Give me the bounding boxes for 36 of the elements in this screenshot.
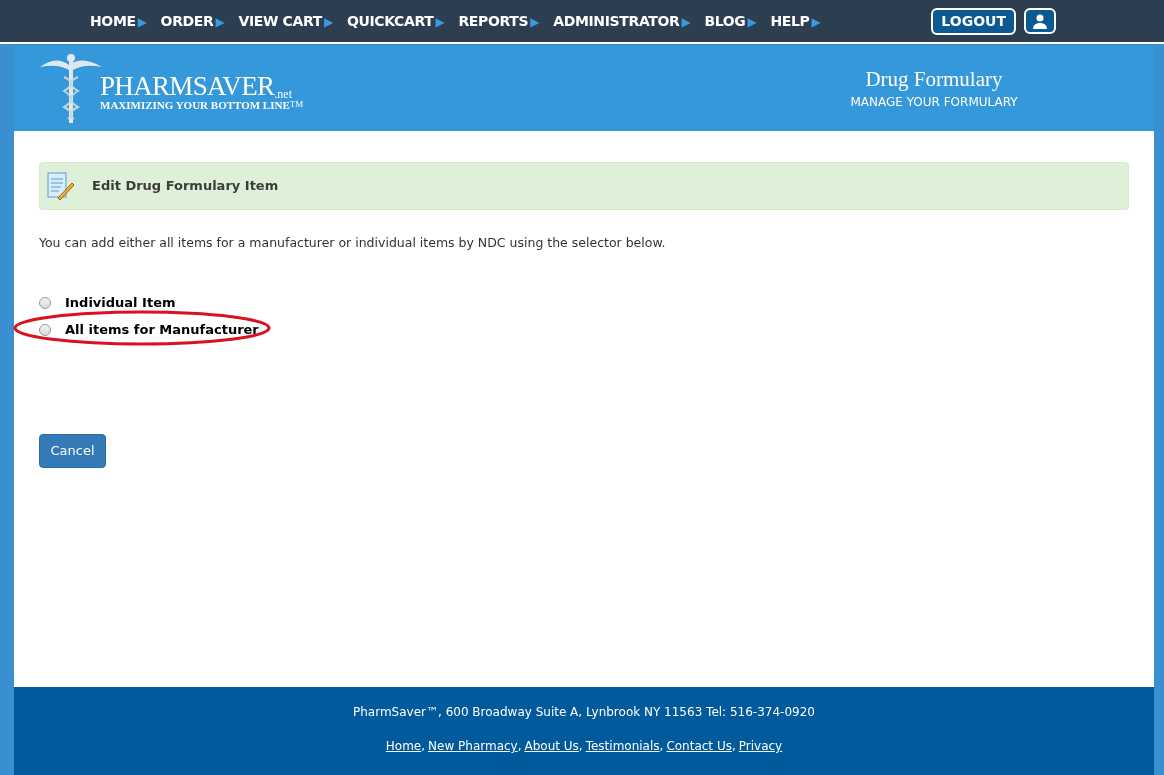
- logo-suffix: .net: [274, 87, 292, 100]
- nav-link[interactable]: BLOG▶: [704, 10, 757, 32]
- radio-button[interactable]: [39, 296, 51, 309]
- footer-link[interactable]: New Pharmacy: [428, 737, 518, 755]
- document-pencil-icon: [46, 171, 76, 201]
- logo-tagline: MAXIMIZING YOUR BOTTOM LINE: [100, 99, 290, 111]
- nav-link[interactable]: QUICKCART▶: [346, 10, 445, 32]
- intro-text: You can add either all items for a manufacturer or individual items by NDC using the selector below.: [39, 234, 667, 252]
- nav-link[interactable]: VIEW CART▶: [238, 10, 333, 32]
- footer-address: PharmSaver™, 600 Broadway Suite A, Lynbrook NY 11563 Tel: 516-374-0920: [353, 704, 815, 721]
- link-separator: ,: [578, 738, 583, 755]
- link-separator: ,: [517, 738, 522, 755]
- nav-link[interactable]: HOME▶: [90, 10, 147, 32]
- footer-link[interactable]: About Us: [524, 737, 579, 755]
- footer-link[interactable]: Privacy: [738, 737, 783, 755]
- radio-button[interactable]: [39, 324, 51, 336]
- panel-heading: Edit Drug Formulary Item: [39, 162, 1129, 210]
- logout-button[interactable]: LOGOUT: [931, 7, 1016, 35]
- nav-link[interactable]: HELP▶: [770, 10, 821, 32]
- link-separator: ,: [731, 738, 736, 755]
- footer-link[interactable]: Contact Us: [666, 737, 732, 755]
- logo-wordmark: PHARMSAVER: [100, 72, 275, 100]
- radio-option[interactable]: Individual Item: [39, 292, 176, 313]
- link-separator: ,: [421, 738, 426, 755]
- user-icon: [1032, 13, 1048, 29]
- page-title: Drug Formulary: [865, 66, 1003, 93]
- nav-link[interactable]: ADMINISTRATOR▶: [553, 10, 691, 32]
- page-subtitle: MANAGE YOUR FORMULARY: [850, 93, 1018, 111]
- logo-trademark: TM: [289, 99, 304, 109]
- link-separator: ,: [659, 738, 664, 755]
- nav-link[interactable]: REPORTS▶: [458, 10, 540, 32]
- footer-link[interactable]: Testimonials: [585, 737, 660, 755]
- footer-link[interactable]: Home: [385, 737, 422, 755]
- user-button[interactable]: [1024, 8, 1056, 34]
- nav-link[interactable]: ORDER▶: [160, 10, 225, 32]
- cancel-button[interactable]: Cancel: [39, 433, 106, 468]
